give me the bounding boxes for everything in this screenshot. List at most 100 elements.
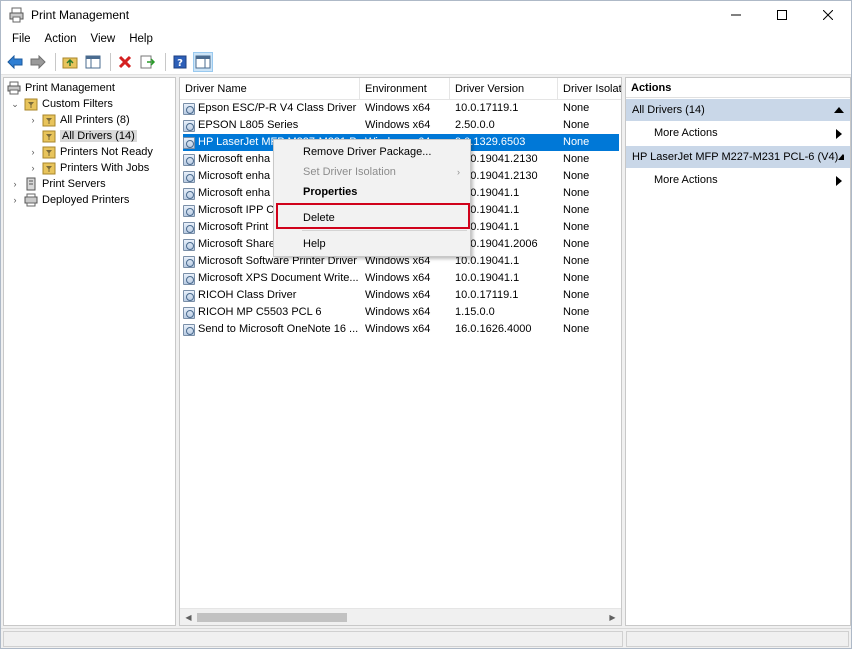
environment-cell: Windows x64: [365, 272, 431, 284]
driver-name-text: Microsoft enha: [198, 170, 271, 182]
maximize-button[interactable]: [759, 1, 805, 29]
table-row[interactable]: Send to Microsoft OneNote 16 ... Windows …: [183, 321, 619, 338]
submenu-chevron-icon: ›: [457, 167, 460, 177]
collapse-chevron-icon[interactable]: ⌄: [10, 99, 20, 109]
tree-item-printers-not-ready[interactable]: › Printers Not Ready: [28, 144, 153, 160]
minimize-button[interactable]: [713, 1, 759, 29]
menu-view[interactable]: View: [84, 29, 123, 49]
menu-file[interactable]: File: [5, 29, 38, 49]
scrollbar-thumb[interactable]: [197, 613, 347, 622]
tree-label: Custom Filters: [42, 98, 113, 110]
forward-arrow-icon: [30, 54, 46, 69]
menu-properties[interactable]: Properties: [274, 182, 470, 202]
export-list-button[interactable]: [138, 52, 158, 72]
driver-name-text: RICOH Class Driver: [198, 289, 297, 301]
show-hide-console-tree-button[interactable]: [83, 52, 103, 72]
driver-name-text: EPSON L805 Series: [198, 119, 299, 131]
tree-item-all-printers[interactable]: › All Printers (8): [28, 112, 130, 128]
status-segment: [3, 631, 623, 647]
column-header-environment[interactable]: Environment: [360, 78, 450, 100]
driver-name-cell: Microsoft XPS Document Write...: [183, 270, 360, 287]
menu-help[interactable]: Help: [274, 234, 470, 254]
driver-isolation-cell: None: [563, 289, 590, 301]
driver-isolation-cell: None: [563, 255, 590, 267]
driver-isolation-cell: None: [563, 119, 590, 131]
help-toolbar-button[interactable]: ?: [170, 52, 190, 72]
table-row[interactable]: Epson ESC/P-R V4 Class Driver Windows x64…: [183, 100, 619, 117]
toolbar-separator: [55, 52, 56, 71]
driver-isolation-cell: None: [563, 306, 590, 318]
printer-driver-icon: [183, 323, 195, 336]
driver-context-menu: Remove Driver Package... Set Driver Isol…: [273, 139, 471, 257]
driver-name-cell: RICOH Class Driver: [183, 287, 360, 304]
printer-management-icon: [7, 81, 21, 95]
environment-cell: Windows x64: [365, 323, 431, 335]
maximize-icon: [777, 10, 787, 20]
expand-chevron-icon[interactable]: ›: [10, 179, 20, 189]
filter-folder-icon: [42, 113, 56, 127]
tree-label: All Printers (8): [60, 114, 130, 126]
show-hide-action-pane-button[interactable]: [193, 51, 213, 72]
menu-action[interactable]: Action: [38, 29, 84, 49]
table-row[interactable]: EPSON L805 Series Windows x64 2.50.0.0 None: [183, 117, 619, 134]
delete-toolbar-button[interactable]: [115, 52, 135, 72]
printer-driver-icon: [183, 136, 195, 149]
menu-set-driver-isolation[interactable]: Set Driver Isolation ›: [274, 162, 470, 182]
scroll-left-arrow-icon[interactable]: ◀: [180, 609, 197, 625]
actions-section-selected-driver[interactable]: HP LaserJet MFP M227-M231 PCL-6 (V4): [626, 146, 850, 168]
column-header-driver-name[interactable]: Driver Name: [180, 78, 360, 100]
close-button[interactable]: [805, 1, 851, 29]
print-management-app-icon: [9, 7, 25, 23]
delete-highlight-box: [276, 203, 470, 229]
status-segment: [626, 631, 849, 647]
table-row[interactable]: RICOH Class Driver Windows x64 10.0.17119.…: [183, 287, 619, 304]
tree-item-all-drivers[interactable]: All Drivers (14): [28, 128, 137, 144]
scroll-right-arrow-icon[interactable]: ▶: [604, 609, 621, 625]
driver-name-cell: Send to Microsoft OneNote 16 ...: [183, 321, 360, 338]
more-actions-all-drivers[interactable]: More Actions: [626, 121, 850, 146]
column-header-driver-isolation[interactable]: Driver Isolati: [558, 78, 621, 100]
driver-version-cell: 10.0.17119.1: [455, 102, 519, 114]
window-title: Print Management: [31, 8, 130, 22]
actions-section-all-drivers[interactable]: All Drivers (14): [626, 99, 850, 121]
more-actions-selected-driver[interactable]: More Actions: [626, 168, 850, 193]
driver-name-cell: Epson ESC/P-R V4 Class Driver: [183, 100, 360, 117]
toolbar-separator: [110, 52, 111, 71]
print-server-icon: [24, 177, 38, 191]
tree-item-deployed-printers[interactable]: › Deployed Printers: [10, 192, 129, 208]
driver-name-cell: RICOH MP C5503 PCL 6: [183, 304, 360, 321]
action-pane-icon: [195, 55, 211, 68]
driver-name-cell: EPSON L805 Series: [183, 117, 360, 134]
environment-cell: Windows x64: [365, 119, 431, 131]
expand-chevron-icon[interactable]: ›: [10, 195, 20, 205]
expand-chevron-icon[interactable]: ›: [28, 147, 38, 157]
back-button[interactable]: [5, 52, 25, 72]
collapse-up-arrow-icon[interactable]: [838, 154, 844, 160]
table-row[interactable]: Microsoft XPS Document Write... Windows x…: [183, 270, 619, 287]
expand-chevron-icon[interactable]: ›: [28, 163, 38, 173]
horizontal-scrollbar[interactable]: ◀ ▶: [180, 608, 621, 625]
tree-item-printers-with-jobs[interactable]: › Printers With Jobs: [28, 160, 149, 176]
tree-item-print-servers[interactable]: › Print Servers: [10, 176, 106, 192]
driver-isolation-cell: None: [563, 238, 590, 250]
printer-driver-icon: [183, 255, 195, 268]
environment-cell: Windows x64: [365, 306, 431, 318]
menu-remove-driver-package[interactable]: Remove Driver Package...: [274, 142, 470, 162]
tree-label: Print Servers: [42, 178, 106, 190]
menu-bar: File Action View Help: [1, 29, 851, 49]
driver-name-text: RICOH MP C5503 PCL 6: [198, 306, 322, 318]
tree-item-custom-filters[interactable]: ⌄ Custom Filters: [10, 96, 113, 112]
expand-chevron-icon[interactable]: ›: [28, 115, 38, 125]
actions-section-label: All Drivers (14): [632, 104, 705, 116]
printer-driver-icon: [183, 204, 195, 217]
menu-help[interactable]: Help: [122, 29, 160, 49]
collapse-up-arrow-icon[interactable]: [834, 107, 844, 113]
forward-button[interactable]: [28, 52, 48, 72]
up-one-level-button[interactable]: [60, 52, 80, 72]
driver-name-text: Microsoft enha: [198, 187, 271, 199]
driver-name-text: Microsoft Share: [198, 238, 276, 250]
tree-item-print-management[interactable]: Print Management: [7, 80, 115, 96]
column-header-driver-version[interactable]: Driver Version: [450, 78, 558, 100]
tree-label: All Drivers (14): [60, 130, 137, 142]
table-row[interactable]: RICOH MP C5503 PCL 6 Windows x64 1.15.0.0 N…: [183, 304, 619, 321]
